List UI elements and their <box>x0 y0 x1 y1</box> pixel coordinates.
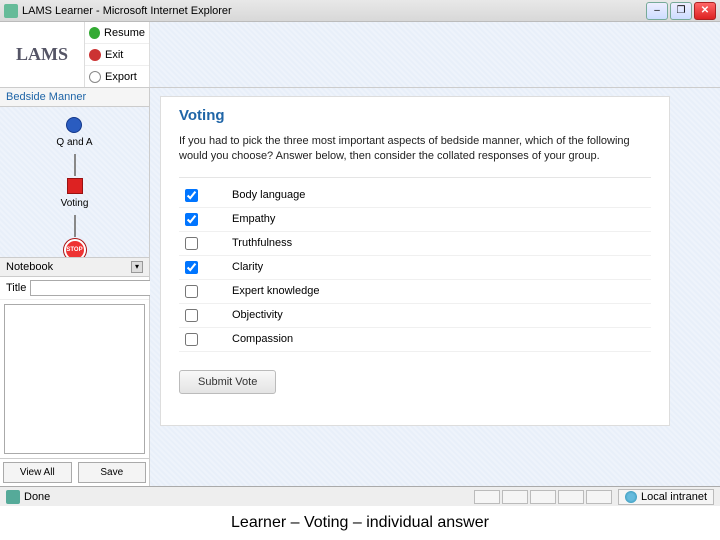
square-icon <box>67 178 83 194</box>
status-cell <box>502 490 528 504</box>
voting-option-row: Expert knowledge <box>179 280 651 304</box>
voting-option-label: Clarity <box>232 261 263 273</box>
voting-option-checkbox[interactable] <box>185 189 198 202</box>
notebook-title-label: Title <box>6 282 26 294</box>
ie-icon <box>4 4 18 18</box>
export-button[interactable]: Export <box>85 66 149 87</box>
window-title: LAMS Learner - Microsoft Internet Explor… <box>22 5 646 17</box>
voting-option-row: Objectivity <box>179 304 651 328</box>
status-text: Done <box>24 491 50 503</box>
notebook-title-input[interactable] <box>30 280 168 296</box>
voting-option-row: Truthfulness <box>179 232 651 256</box>
node-label: Voting <box>61 198 89 209</box>
voting-option-checkbox[interactable] <box>185 261 198 274</box>
status-cell <box>530 490 556 504</box>
submit-vote-button[interactable]: Submit Vote <box>179 370 276 394</box>
voting-option-row: Compassion <box>179 328 651 352</box>
notebook-title-row: Title <box>0 277 149 300</box>
resume-label: Resume <box>104 27 145 39</box>
stop-icon: STOP <box>64 239 86 258</box>
export-label: Export <box>105 71 137 83</box>
voting-option-checkbox[interactable] <box>185 285 198 298</box>
status-cell <box>474 490 500 504</box>
flow-connector <box>74 154 76 176</box>
activity-flow[interactable]: Q and A Voting STOP Gate <box>0 107 149 258</box>
lams-logo: LAMS <box>0 22 84 87</box>
status-cell <box>586 490 612 504</box>
voting-option-checkbox[interactable] <box>185 333 198 346</box>
toolbar-spacer <box>150 22 720 87</box>
voting-option-row: Empathy <box>179 208 651 232</box>
voting-option-checkbox[interactable] <box>185 309 198 322</box>
zone-label: Local intranet <box>641 491 707 503</box>
notebook-header: Notebook ▾ <box>0 258 149 277</box>
window-titlebar: LAMS Learner - Microsoft Internet Explor… <box>0 0 720 22</box>
sidebar: Bedside Manner Q and A Voting STOP Gate <box>0 88 150 486</box>
status-cell <box>558 490 584 504</box>
main-area: Bedside Manner Q and A Voting STOP Gate <box>0 88 720 486</box>
voting-option-label: Compassion <box>232 333 293 345</box>
content-area: Voting If you had to pick the three most… <box>150 88 720 486</box>
notebook-header-label: Notebook <box>6 261 53 273</box>
flow-node-voting[interactable]: Voting <box>61 178 89 209</box>
node-label: Q and A <box>56 137 92 148</box>
save-button[interactable]: Save <box>78 462 147 483</box>
status-cells <box>474 490 612 504</box>
voting-option-row: Body language <box>179 184 651 208</box>
exit-button[interactable]: Exit <box>85 44 149 66</box>
status-left: Done <box>6 490 474 504</box>
notebook-buttons: View All Save <box>0 458 149 486</box>
voting-option-label: Objectivity <box>232 309 283 321</box>
voting-option-checkbox[interactable] <box>185 237 198 250</box>
voting-option-label: Empathy <box>232 213 275 225</box>
voting-option-label: Truthfulness <box>232 237 292 249</box>
window-buttons: – ❐ ✕ <box>646 2 716 20</box>
flow-node-qanda[interactable]: Q and A <box>56 117 92 148</box>
flow-connector <box>74 215 76 237</box>
voting-option-row: Clarity <box>179 256 651 280</box>
restore-button[interactable]: ❐ <box>670 2 692 20</box>
voting-option-label: Body language <box>232 189 305 201</box>
resume-icon <box>89 27 100 39</box>
notebook-collapse-button[interactable]: ▾ <box>131 261 143 273</box>
export-icon <box>89 71 101 83</box>
view-all-button[interactable]: View All <box>3 462 72 483</box>
notebook-textarea[interactable] <box>4 304 145 454</box>
voting-prompt: If you had to pick the three most import… <box>179 134 651 165</box>
close-button[interactable]: ✕ <box>694 2 716 20</box>
minimize-button[interactable]: – <box>646 2 668 20</box>
voting-heading: Voting <box>179 107 651 124</box>
voting-option-checkbox[interactable] <box>185 213 198 226</box>
zone-icon <box>625 491 637 503</box>
voting-panel: Voting If you had to pick the three most… <box>160 96 670 426</box>
flow-node-gate[interactable]: STOP Gate <box>64 239 86 258</box>
resume-button[interactable]: Resume <box>85 22 149 44</box>
security-zone: Local intranet <box>618 489 714 505</box>
flow-inner: Q and A Voting STOP Gate <box>0 107 149 258</box>
circle-icon <box>66 117 82 133</box>
status-bar: Done Local intranet <box>0 486 720 506</box>
voting-option-label: Expert knowledge <box>232 285 319 297</box>
toolbar-row: LAMS Resume Exit Export <box>0 22 720 88</box>
voting-options: Body language Empathy Truthfulness Clarity E… <box>179 177 651 352</box>
lesson-title: Bedside Manner <box>0 88 149 107</box>
exit-label: Exit <box>105 49 123 61</box>
toolbar-buttons: Resume Exit Export <box>84 22 150 87</box>
stop-text: STOP <box>66 247 82 253</box>
exit-icon <box>89 49 101 61</box>
slide-caption: Learner – Voting – individual answer <box>0 506 720 540</box>
notebook-body <box>0 300 149 458</box>
page-icon <box>6 490 20 504</box>
